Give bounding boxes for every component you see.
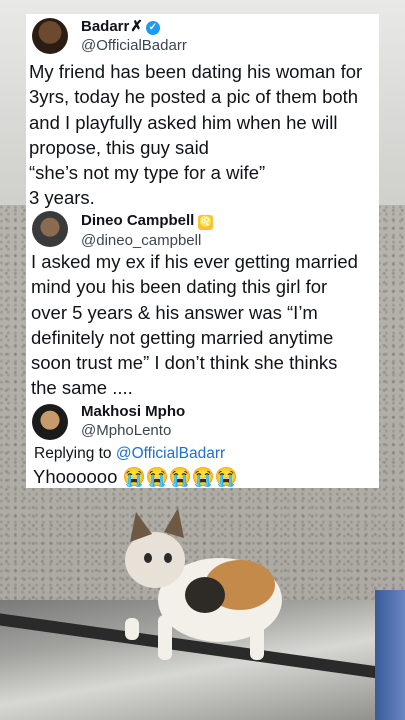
zodiac-badge-icon: ♌ [198,215,214,230]
tweet-card: Badarr✗ ✓ @OfficialBadarr My friend has b… [26,14,379,488]
author-handle[interactable]: @MphoLento [81,422,171,439]
author-handle[interactable]: @dineo_campbell [81,232,201,249]
replying-to: Replying to @OfficialBadarr [34,445,226,462]
author-name[interactable]: Makhosi Mpho [81,403,185,420]
author-name[interactable]: Dineo Campbell [81,212,194,229]
author-name[interactable]: Badarr [81,18,129,35]
avatar[interactable] [32,211,68,247]
post-text: My friend has been dating his woman for … [29,61,363,209]
verified-badge-icon: ✓ [145,21,160,35]
blue-post [375,590,405,720]
reply-text: Yhoooooo 😭😭😭😭😭 [33,466,238,487]
x-icon: ✗ [130,18,143,35]
cat-image [125,508,282,660]
author-handle[interactable]: @OfficialBadarr [81,37,187,54]
avatar[interactable] [32,18,68,54]
mention-link[interactable]: @OfficialBadarr [116,445,225,462]
avatar[interactable] [32,404,68,440]
post-text: I asked my ex if his ever getting marrie… [31,251,358,399]
